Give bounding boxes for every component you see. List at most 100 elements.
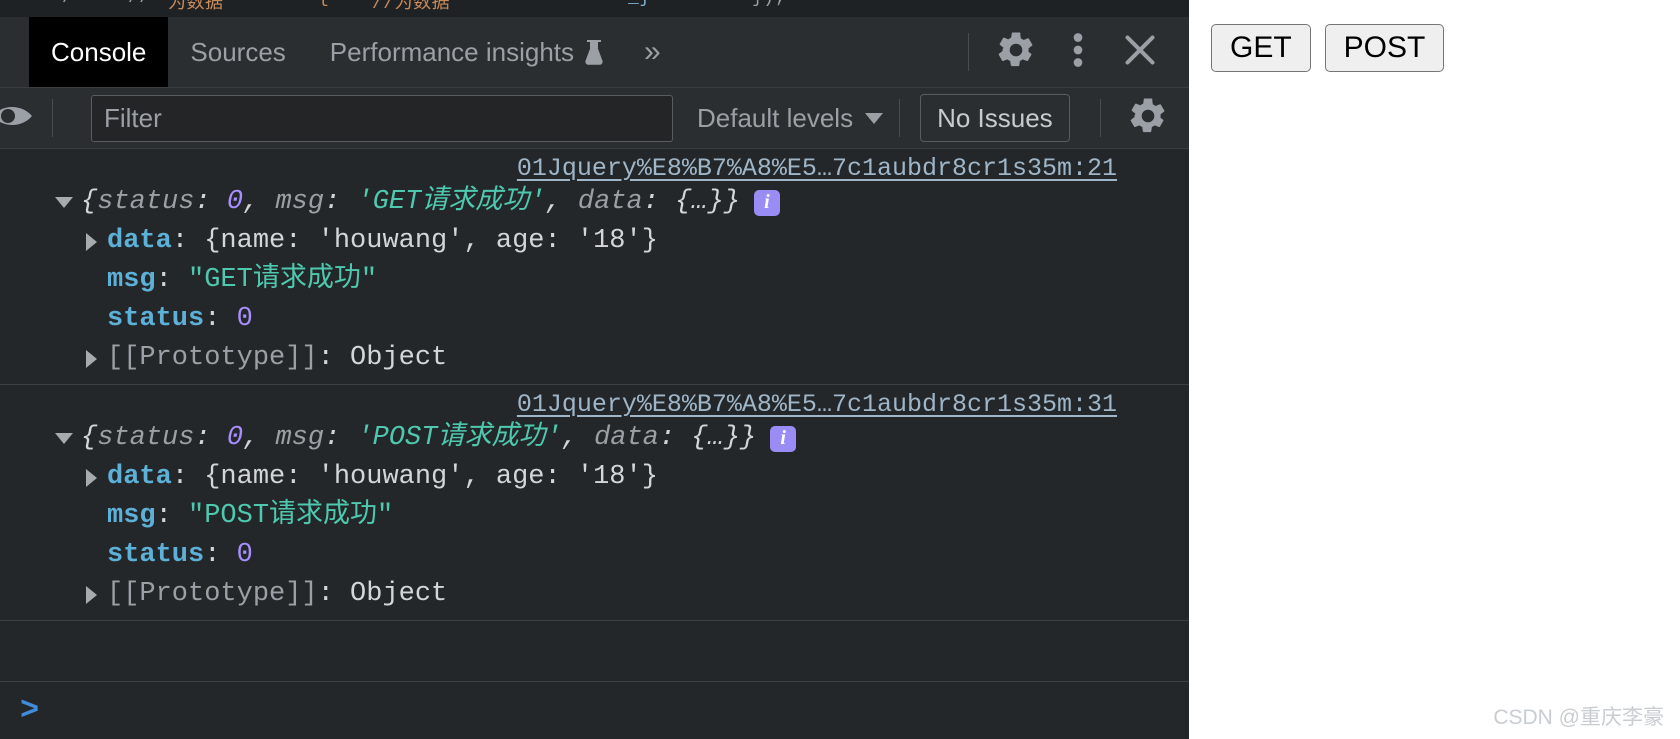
brace-open: { (81, 423, 98, 453)
property-value: "POST请求成功" (188, 501, 394, 531)
console-filter-bar: Default levels No Issues (0, 88, 1189, 149)
devtools-toolbar-actions (952, 17, 1189, 87)
more-options-button[interactable] (1047, 21, 1109, 83)
devtools-tabbar: Console Sources Performance insights » (0, 17, 1189, 88)
kebab-menu-icon (1061, 30, 1095, 75)
property-key: status (107, 540, 205, 570)
console-settings-button[interactable] (1117, 87, 1179, 149)
object-property-row[interactable]: data : {name: 'houwang', age: '18'} (0, 458, 1189, 497)
filterbar-divider-2 (899, 99, 901, 137)
object-property-row: status : 0 (0, 536, 1189, 575)
gear-icon (1127, 95, 1169, 142)
source-link[interactable]: 01Jquery%E8%B7%A8%E5…7c1aubdr8cr1s35m:31 (517, 390, 1117, 419)
property-value: 0 (236, 540, 253, 570)
prompt-chevron-icon: > (20, 692, 40, 729)
property-key: msg (107, 501, 156, 531)
property-key: data (107, 462, 172, 492)
summary-value-msg: 'GET请求成功' (356, 187, 546, 217)
console-output[interactable]: 01Jquery%E8%B7%A8%E5…7c1aubdr8cr1s35m:21… (0, 149, 1189, 681)
prototype-value: Object (350, 579, 448, 609)
tab-sources[interactable]: Sources (168, 17, 307, 87)
object-summary-row[interactable]: { status : 0 , msg : 'GET请求成功' , data : … (0, 183, 1189, 222)
request-buttons: GET POST (1211, 24, 1680, 72)
info-badge-icon[interactable]: i (753, 189, 780, 216)
tab-overflow-label: » (644, 35, 661, 68)
code-fragment: { (318, 0, 329, 8)
gear-icon (995, 29, 1037, 76)
devtools-panel: / // 为数据 { //为数据 _} }); Console Sources … (0, 0, 1189, 739)
editor-remnant-strip: / // 为数据 { //为数据 _} }); (0, 0, 1189, 17)
tab-console[interactable]: Console (29, 17, 169, 87)
code-fragment: / (62, 0, 73, 8)
source-link-row: 01Jquery%E8%B7%A8%E5…7c1aubdr8cr1s35m:31 (0, 385, 1189, 419)
property-value: 0 (236, 304, 253, 334)
source-link-row: 01Jquery%E8%B7%A8%E5…7c1aubdr8cr1s35m:21 (0, 149, 1189, 183)
chevron-down-icon[interactable] (55, 433, 73, 444)
log-level-dropdown[interactable]: Default levels (697, 102, 884, 134)
tab-performance-insights-label: Performance insights (329, 36, 575, 67)
summary-key-msg: msg (275, 423, 325, 453)
chevron-down-icon (865, 112, 884, 124)
chevron-down-icon[interactable] (55, 197, 73, 208)
code-fragment: // (128, 0, 151, 8)
property-value: "GET请求成功" (188, 265, 378, 295)
summary-key-status: status (97, 423, 195, 453)
code-fragment: _} (628, 0, 651, 8)
summary-value-status: 0 (226, 187, 244, 217)
search-input[interactable] (91, 94, 673, 142)
web-page-content: GET POST CSDN @重庆李豪 (1189, 0, 1680, 739)
log-level-label: Default levels (697, 102, 854, 133)
object-summary-row[interactable]: { status : 0 , msg : 'POST请求成功' , data :… (0, 419, 1189, 458)
source-link[interactable]: 01Jquery%E8%B7%A8%E5…7c1aubdr8cr1s35m:21 (517, 154, 1117, 183)
code-fragment: //为数据 (372, 0, 451, 14)
post-request-button[interactable]: POST (1324, 24, 1445, 72)
summary-key-data: data (577, 187, 643, 217)
code-fragment: 为数据 (168, 0, 224, 14)
settings-button[interactable] (985, 21, 1047, 83)
summary-value-status: 0 (226, 423, 244, 453)
chevron-right-icon[interactable] (86, 585, 97, 604)
property-key: status (107, 304, 205, 334)
issues-button[interactable]: No Issues (920, 94, 1070, 142)
prototype-row[interactable]: [[Prototype]] : Object (0, 575, 1189, 620)
tab-sources-label: Sources (190, 36, 286, 67)
code-fragment: }); (752, 0, 786, 8)
close-devtools-button[interactable] (1109, 21, 1171, 83)
get-request-button[interactable]: GET (1211, 24, 1311, 72)
tab-performance-insights[interactable]: Performance insights (308, 17, 626, 87)
summary-key-status: status (97, 187, 195, 217)
eye-icon (0, 101, 38, 136)
prototype-row[interactable]: [[Prototype]] : Object (0, 339, 1189, 384)
tab-overflow-button[interactable]: » (626, 17, 679, 87)
close-icon (1120, 30, 1160, 75)
tabbar-spacer (679, 17, 952, 87)
toolbar-divider (968, 33, 969, 71)
info-badge-icon[interactable]: i (770, 425, 797, 452)
prototype-value: Object (350, 343, 448, 373)
chevron-right-icon[interactable] (86, 349, 97, 368)
chevron-right-icon[interactable] (86, 468, 97, 487)
summary-value-data: {…}} (691, 423, 757, 453)
console-log-entry: 01Jquery%E8%B7%A8%E5…7c1aubdr8cr1s35m:21… (0, 149, 1189, 385)
flask-icon (584, 39, 604, 65)
summary-value-data: {…}} (675, 187, 740, 217)
screenshot-root: / // 为数据 { //为数据 _} }); Console Sources … (0, 0, 1680, 739)
brace-open: { (81, 187, 98, 217)
property-value: {name: 'houwang', age: '18'} (204, 462, 658, 492)
object-property-row: status : 0 (0, 300, 1189, 339)
filterbar-divider-3 (1100, 99, 1101, 137)
object-property-row: msg : "GET请求成功" (0, 261, 1189, 300)
prototype-key: [[Prototype]] (107, 343, 318, 373)
summary-value-msg: 'POST请求成功' (356, 423, 562, 453)
console-prompt[interactable]: > (0, 681, 1189, 739)
chevron-right-icon[interactable] (86, 232, 97, 251)
watermark: CSDN @重庆李豪 (1493, 706, 1664, 729)
summary-key-msg: msg (275, 187, 325, 217)
tab-console-label: Console (51, 36, 147, 67)
property-key: data (107, 226, 172, 256)
console-sidebar-toggle[interactable] (0, 88, 36, 149)
object-property-row[interactable]: data : {name: 'houwang', age: '18'} (0, 222, 1189, 261)
object-property-row: msg : "POST请求成功" (0, 497, 1189, 536)
summary-key-data: data (594, 423, 659, 453)
property-value: {name: 'houwang', age: '18'} (204, 226, 658, 256)
